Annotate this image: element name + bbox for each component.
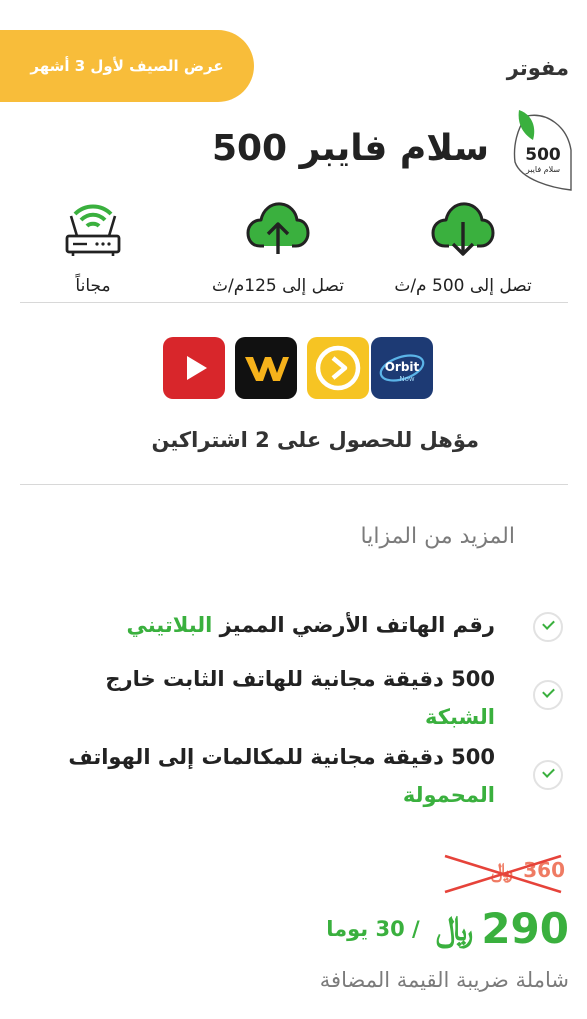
divider (20, 302, 568, 303)
price: / 30 يوما ﷼ 290 (326, 904, 569, 953)
check-icon (533, 760, 563, 790)
cloud-upload-icon (246, 202, 310, 254)
upload-speed-feature: تصل إلى 125م/ث (188, 196, 368, 296)
price-value: 290 (481, 904, 569, 953)
free-router-feature: مجاناً (38, 196, 148, 296)
benefit-text: 500 دقيقة مجانية للهاتف الثابت خارج (105, 667, 495, 691)
promo-badge: عرض الصيف لأول 3 أشهر (0, 30, 254, 102)
eligibility-text: مؤهل للحصول على 2 اشتراكين (151, 428, 479, 452)
speed-features: تصل إلى 500 م/ث تصل إلى 125م/ث مجاناً (20, 196, 568, 302)
play-app-icon (307, 337, 369, 399)
logo-number: 500 (525, 145, 561, 165)
plan-type: مفوتر (506, 56, 569, 80)
benefit-highlight: البلاتيني (126, 613, 213, 637)
benefit-highlight: الشبكة (425, 705, 495, 729)
price-period: / 30 يوما (326, 916, 420, 941)
check-icon (533, 680, 563, 710)
strikethrough-icon (444, 854, 562, 894)
plan-card: عرض الصيف لأول 3 أشهر مفوتر 500 سلام فاي… (0, 0, 587, 1019)
benefit-text: رقم الهاتف الأرضي المميز (212, 613, 495, 637)
price-currency: ﷼ (435, 908, 474, 949)
promo-label: عرض الصيف لأول 3 أشهر (30, 57, 224, 75)
check-icon (533, 612, 563, 642)
wifi-router-icon (65, 204, 121, 256)
cloud-download-icon (431, 202, 495, 256)
upload-speed-label: تصل إلى 125م/ث (212, 276, 344, 296)
more-benefits-title: المزيد من المزايا (360, 524, 515, 549)
old-price: 360 ﷼ (441, 854, 565, 894)
streaming-apps: Orbit Now (163, 337, 435, 401)
divider (20, 484, 568, 485)
download-speed-feature: تصل إلى 500 م/ث (368, 196, 558, 296)
plan-title: سلام فايبر 500 (211, 128, 489, 169)
orbit-text: Orbit (385, 360, 420, 374)
orbit-now-icon: Orbit Now (371, 337, 433, 399)
free-router-label: مجاناً (75, 276, 111, 296)
benefit-text: 500 دقيقة مجانية للمكالمات إلى الهواتف (68, 745, 495, 769)
wavo-app-icon (235, 337, 297, 399)
vat-note: شاملة ضريبة القيمة المضافة (319, 968, 569, 992)
benefit-highlight: المحمولة (402, 783, 495, 807)
download-speed-label: تصل إلى 500 م/ث (394, 276, 532, 296)
orbit-sub: Now (399, 375, 415, 383)
salam-fiber-logo-icon: 500 سلام فايبر (513, 110, 572, 191)
youtube-icon (163, 337, 225, 399)
logo-caption: سلام فايبر (525, 165, 561, 174)
